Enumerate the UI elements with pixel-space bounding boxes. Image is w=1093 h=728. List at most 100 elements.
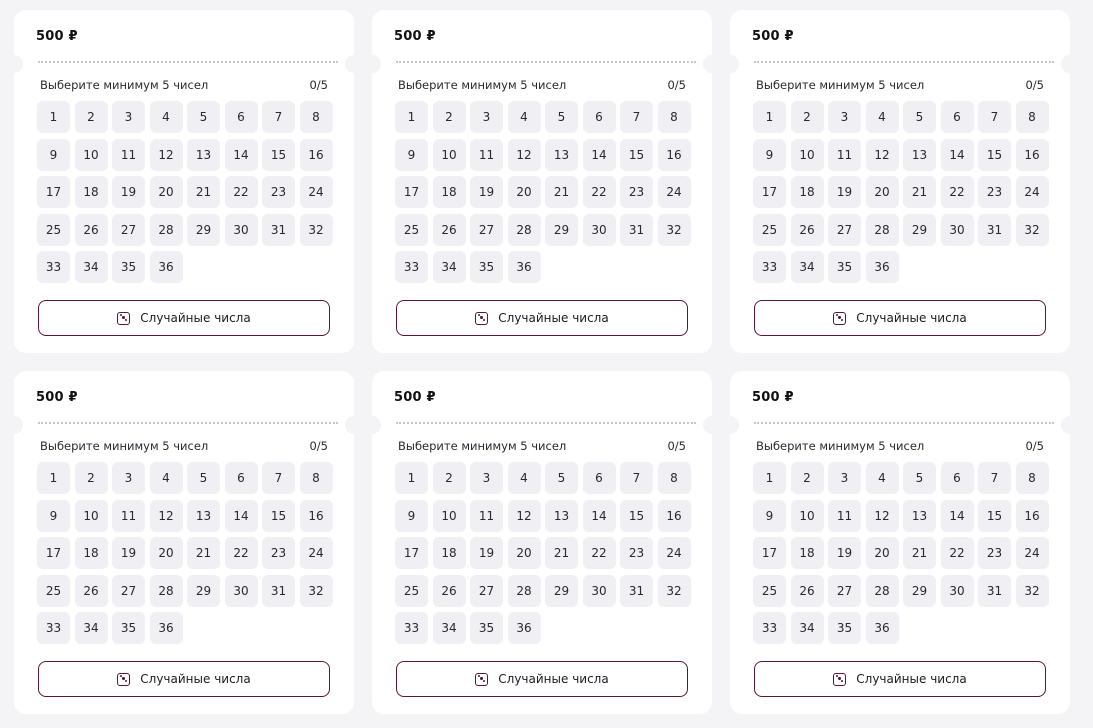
number-cell[interactable]: 13 [903,499,936,532]
number-cell[interactable]: 6 [224,101,258,133]
number-cell[interactable]: 21 [545,176,578,208]
number-cell[interactable]: 25 [753,213,786,246]
number-cell[interactable]: 1 [37,101,70,133]
number-cell[interactable]: 33 [37,251,70,283]
number-cell[interactable]: 20 [149,176,183,208]
number-cell[interactable]: 18 [74,537,108,569]
number-cell[interactable]: 3 [112,462,145,494]
number-cell[interactable]: 1 [753,101,786,133]
number-cell[interactable]: 12 [507,138,541,171]
random-numbers-button[interactable]: Случайные числа [754,661,1046,697]
random-numbers-button[interactable]: Случайные числа [754,300,1046,336]
number-cell[interactable]: 33 [395,612,428,644]
number-cell[interactable]: 25 [395,574,428,607]
number-cell[interactable]: 12 [507,499,541,532]
number-cell[interactable]: 35 [470,612,503,644]
number-cell[interactable]: 5 [187,101,220,133]
number-cell[interactable]: 27 [828,213,861,246]
number-cell[interactable]: 21 [187,176,220,208]
number-cell[interactable]: 30 [224,213,258,246]
number-cell[interactable]: 18 [790,176,824,208]
number-cell[interactable]: 21 [187,537,220,569]
number-cell[interactable]: 10 [74,499,108,532]
number-cell[interactable]: 31 [262,213,295,246]
number-cell[interactable]: 20 [507,176,541,208]
number-cell[interactable]: 19 [470,537,503,569]
number-cell[interactable]: 34 [74,612,108,644]
number-cell[interactable]: 9 [753,499,786,532]
number-cell[interactable]: 16 [299,138,333,171]
number-cell[interactable]: 1 [395,462,428,494]
number-cell[interactable]: 34 [74,251,108,283]
number-cell[interactable]: 4 [865,101,899,133]
number-cell[interactable]: 16 [299,499,333,532]
number-cell[interactable]: 3 [470,101,503,133]
number-cell[interactable]: 2 [790,101,824,133]
number-cell[interactable]: 31 [262,574,295,607]
number-cell[interactable]: 29 [545,574,578,607]
number-cell[interactable]: 12 [149,138,183,171]
number-cell[interactable]: 5 [545,101,578,133]
number-cell[interactable]: 32 [299,574,333,607]
number-cell[interactable]: 19 [828,176,861,208]
number-cell[interactable]: 5 [903,462,936,494]
number-cell[interactable]: 23 [620,176,653,208]
number-cell[interactable]: 17 [753,537,786,569]
number-cell[interactable]: 17 [395,176,428,208]
number-cell[interactable]: 23 [262,537,295,569]
number-cell[interactable]: 16 [1015,138,1049,171]
number-cell[interactable]: 10 [790,499,824,532]
number-cell[interactable]: 20 [507,537,541,569]
number-cell[interactable]: 36 [149,251,183,283]
number-cell[interactable]: 10 [432,499,466,532]
number-cell[interactable]: 11 [112,499,145,532]
number-cell[interactable]: 18 [790,537,824,569]
number-cell[interactable]: 4 [149,101,183,133]
number-cell[interactable]: 16 [1015,499,1049,532]
number-cell[interactable]: 36 [507,612,541,644]
number-cell[interactable]: 17 [395,537,428,569]
number-cell[interactable]: 10 [74,138,108,171]
number-cell[interactable]: 27 [470,213,503,246]
number-cell[interactable]: 22 [940,176,974,208]
number-cell[interactable]: 26 [790,213,824,246]
number-cell[interactable]: 31 [620,574,653,607]
number-cell[interactable]: 5 [545,462,578,494]
number-cell[interactable]: 2 [790,462,824,494]
number-cell[interactable]: 13 [187,138,220,171]
number-cell[interactable]: 26 [432,574,466,607]
number-cell[interactable]: 14 [940,138,974,171]
random-numbers-button[interactable]: Случайные числа [396,300,688,336]
number-cell[interactable]: 31 [978,574,1011,607]
number-cell[interactable]: 22 [224,176,258,208]
number-cell[interactable]: 15 [620,499,653,532]
number-cell[interactable]: 30 [582,213,616,246]
number-cell[interactable]: 29 [187,213,220,246]
number-cell[interactable]: 35 [828,251,861,283]
number-cell[interactable]: 12 [865,499,899,532]
number-cell[interactable]: 7 [978,101,1011,133]
number-cell[interactable]: 31 [620,213,653,246]
number-cell[interactable]: 9 [37,499,70,532]
number-cell[interactable]: 20 [865,176,899,208]
random-numbers-button[interactable]: Случайные числа [38,661,330,697]
number-cell[interactable]: 30 [582,574,616,607]
number-cell[interactable]: 28 [507,574,541,607]
number-cell[interactable]: 23 [262,176,295,208]
number-cell[interactable]: 34 [790,612,824,644]
number-cell[interactable]: 25 [753,574,786,607]
number-cell[interactable]: 2 [74,462,108,494]
number-cell[interactable]: 31 [978,213,1011,246]
number-cell[interactable]: 11 [112,138,145,171]
number-cell[interactable]: 17 [753,176,786,208]
number-cell[interactable]: 18 [432,537,466,569]
number-cell[interactable]: 2 [432,101,466,133]
number-cell[interactable]: 24 [1015,537,1049,569]
number-cell[interactable]: 29 [187,574,220,607]
number-cell[interactable]: 9 [37,138,70,171]
number-cell[interactable]: 32 [657,574,691,607]
number-cell[interactable]: 6 [940,101,974,133]
number-cell[interactable]: 9 [395,138,428,171]
number-cell[interactable]: 28 [507,213,541,246]
number-cell[interactable]: 27 [470,574,503,607]
